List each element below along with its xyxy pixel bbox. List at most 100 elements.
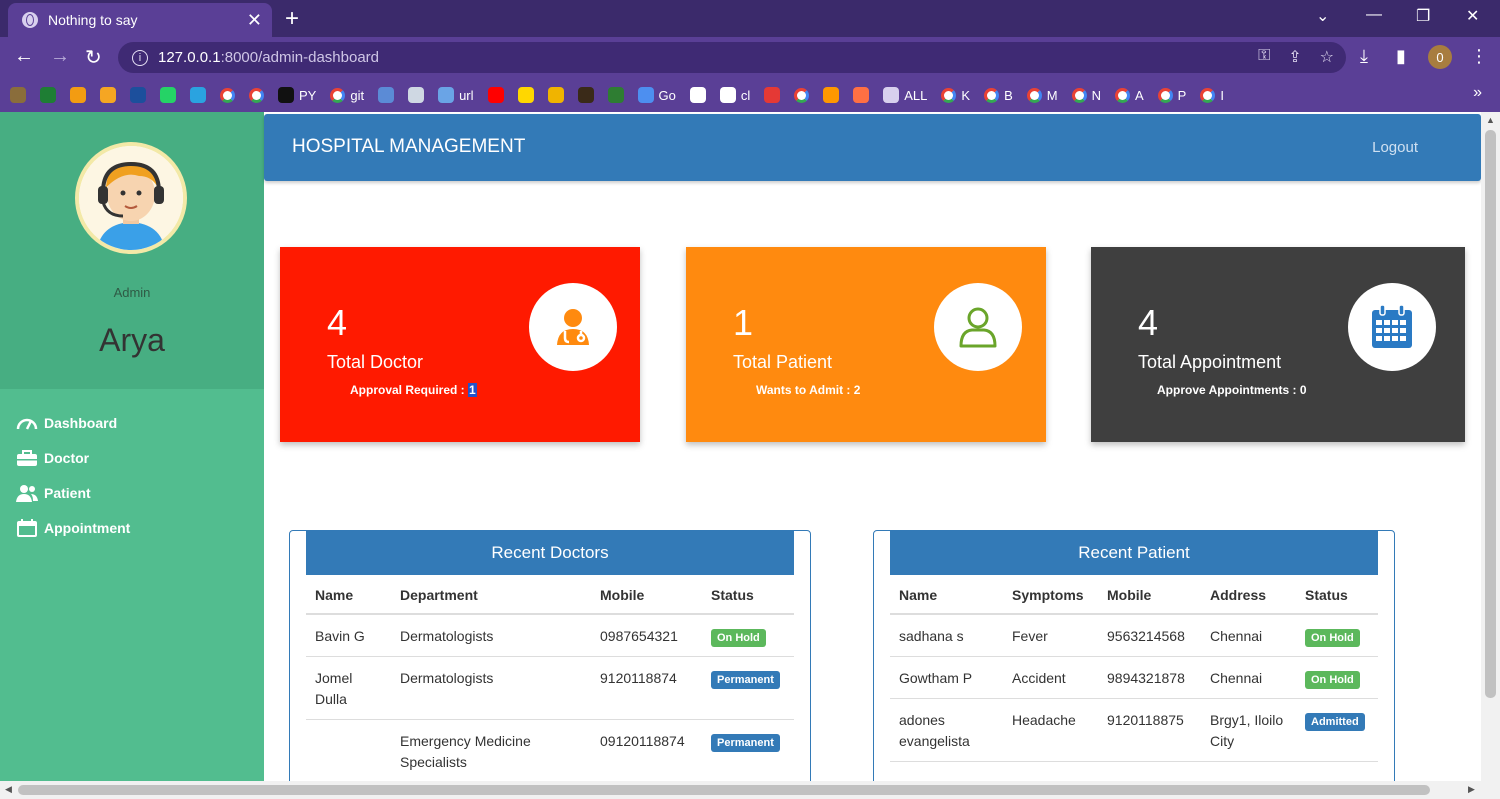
bookmark-item[interactable] [577,87,594,103]
bookmark-item[interactable] [487,87,504,103]
column-header: Name [890,575,1003,615]
bookmark-item[interactable]: K [941,87,970,103]
bookmark-label: ALL [904,87,928,103]
patient-symptoms: Headache [1003,698,1098,762]
bookmark-favicon-icon [517,87,534,103]
bookmark-item[interactable] [607,87,624,103]
back-icon[interactable]: ← [14,45,34,68]
bookmark-favicon-icon [130,87,146,103]
bookmark-label: I [1220,87,1224,103]
bookmark-item[interactable] [10,87,26,103]
calendar-icon [16,518,38,537]
profile-section: Admin Arya [0,112,264,389]
bookmark-item[interactable] [378,87,395,103]
bookmark-item[interactable]: cl [719,87,750,103]
vertical-scrollbar[interactable]: ▲ [1481,112,1500,781]
bookmark-item[interactable] [823,87,840,103]
bookmark-label: N [1091,87,1101,103]
reload-icon[interactable]: ↻ [85,45,102,70]
bookmark-item[interactable] [408,87,425,103]
status-badge: Permanent [711,734,780,752]
side-panel-icon[interactable]: ▮ [1396,46,1406,67]
bookmark-item[interactable]: git [330,87,364,103]
bookmark-item[interactable] [190,87,206,103]
sidebar-item-appointment[interactable]: Appointment [0,510,264,545]
horizontal-scrollbar[interactable]: ◀ ▶ [0,781,1500,799]
bookmark-favicon-icon [40,87,56,103]
bookmark-item[interactable]: ALL [883,87,927,103]
appointment-card-label: Total Appointment [1138,352,1282,372]
user-role: Admin [113,285,151,300]
sidebar-item-doctor[interactable]: Doctor [0,440,264,475]
forward-icon[interactable]: → [50,45,70,68]
url-field[interactable]: i 127.0.0.1:8000/admin-dashboard ⚿ ⇪ ☆ [118,42,1346,73]
bookmark-item[interactable] [853,87,870,103]
bookmark-item[interactable]: M [1026,87,1058,103]
logout-link[interactable]: Logout [1372,139,1418,156]
bookmark-item[interactable] [249,87,264,103]
bookmark-favicon-icon [487,87,504,103]
horizontal-scroll-thumb[interactable] [18,785,1430,795]
bookmark-item[interactable]: I [1200,87,1224,103]
bookmark-item[interactable]: PY [278,87,316,103]
browser-tab[interactable]: Nothing to say ✕ [8,3,272,37]
sidebar-item-patient[interactable]: Patient [0,475,264,510]
doctor-department: Dermatologists [391,614,591,657]
bookmark-item[interactable] [547,87,564,103]
share-icon[interactable]: ⇪ [1288,47,1301,67]
bookmark-item[interactable]: url [438,87,474,103]
recent-doctors-table: Name Department Mobile Status Bavin G De… [306,575,794,783]
patient-mobile: 9894321878 [1098,656,1201,699]
google-icon [249,87,264,103]
table-row: adones evangelista Headache 9120118875 B… [890,698,1378,762]
google-icon [1157,87,1173,103]
bookmark-item[interactable] [70,87,86,103]
close-tab-icon[interactable]: ✕ [247,10,262,31]
download-icon[interactable]: ⤓ [1360,46,1368,67]
recent-doctors-panel: Recent Doctors Name Department Mobile St… [289,530,811,790]
sidebar-item-label: Dashboard [44,414,118,431]
table-row: Jomel Dulla Dermatologists 9120118874 Pe… [306,656,794,720]
table-row: Emergency Medicine Specialists 091201188… [306,719,794,783]
briefcase-icon [16,449,38,467]
bookmark-item[interactable]: N [1071,87,1101,103]
minimize-icon[interactable]: — [1366,6,1382,24]
support-agent-icon [79,146,183,250]
bookmark-item[interactable]: Go [637,87,676,103]
bookmark-item[interactable] [764,87,781,103]
scroll-right-icon[interactable]: ▶ [1468,784,1475,795]
bookmark-item[interactable] [517,87,534,103]
bookmark-item[interactable]: P [1157,87,1186,103]
scroll-up-icon[interactable]: ▲ [1486,115,1495,125]
patient-name: sadhana s [890,614,1003,657]
menu-kebab-icon[interactable]: ⋮ [1470,46,1488,67]
more-bookmarks-icon[interactable]: » [1473,84,1482,102]
bookmark-item[interactable] [160,87,176,103]
restore-icon[interactable]: ❐ [1416,6,1430,26]
bookmark-item[interactable] [220,87,235,103]
bookmark-favicon-icon [853,87,870,103]
bookmark-item[interactable] [100,87,116,103]
profile-avatar[interactable]: 0 [1428,45,1452,69]
tab-search-icon[interactable]: ⌄ [1316,6,1329,26]
bookmark-item[interactable] [689,87,706,103]
bookmark-item[interactable] [794,87,810,103]
recent-patients-table: Name Symptoms Mobile Address Status sadh… [890,575,1378,762]
site-info-icon[interactable]: i [132,49,148,66]
new-tab-icon[interactable]: + [285,5,299,33]
bookmark-item[interactable] [130,87,146,103]
sidebar-item-dashboard[interactable]: Dashboard [0,405,264,440]
bookmark-item[interactable] [40,87,56,103]
bookmark-favicon-icon [70,87,86,103]
patient-symptoms: Accident [1003,656,1098,699]
close-window-icon[interactable]: ✕ [1466,6,1479,26]
total-patient-card: 1 Total Patient Wants to Admit : 2 [686,247,1046,442]
vertical-scroll-thumb[interactable] [1485,130,1496,698]
approve-appointments-text: Approve Appointments : 0 [1157,383,1307,397]
scroll-left-icon[interactable]: ◀ [5,784,12,795]
bookmark-item[interactable]: B [984,87,1013,103]
key-icon[interactable]: ⚿ [1258,47,1270,67]
sidebar-item-label: Patient [44,484,91,501]
bookmark-item[interactable]: A [1114,87,1144,103]
star-icon[interactable]: ☆ [1320,47,1334,67]
